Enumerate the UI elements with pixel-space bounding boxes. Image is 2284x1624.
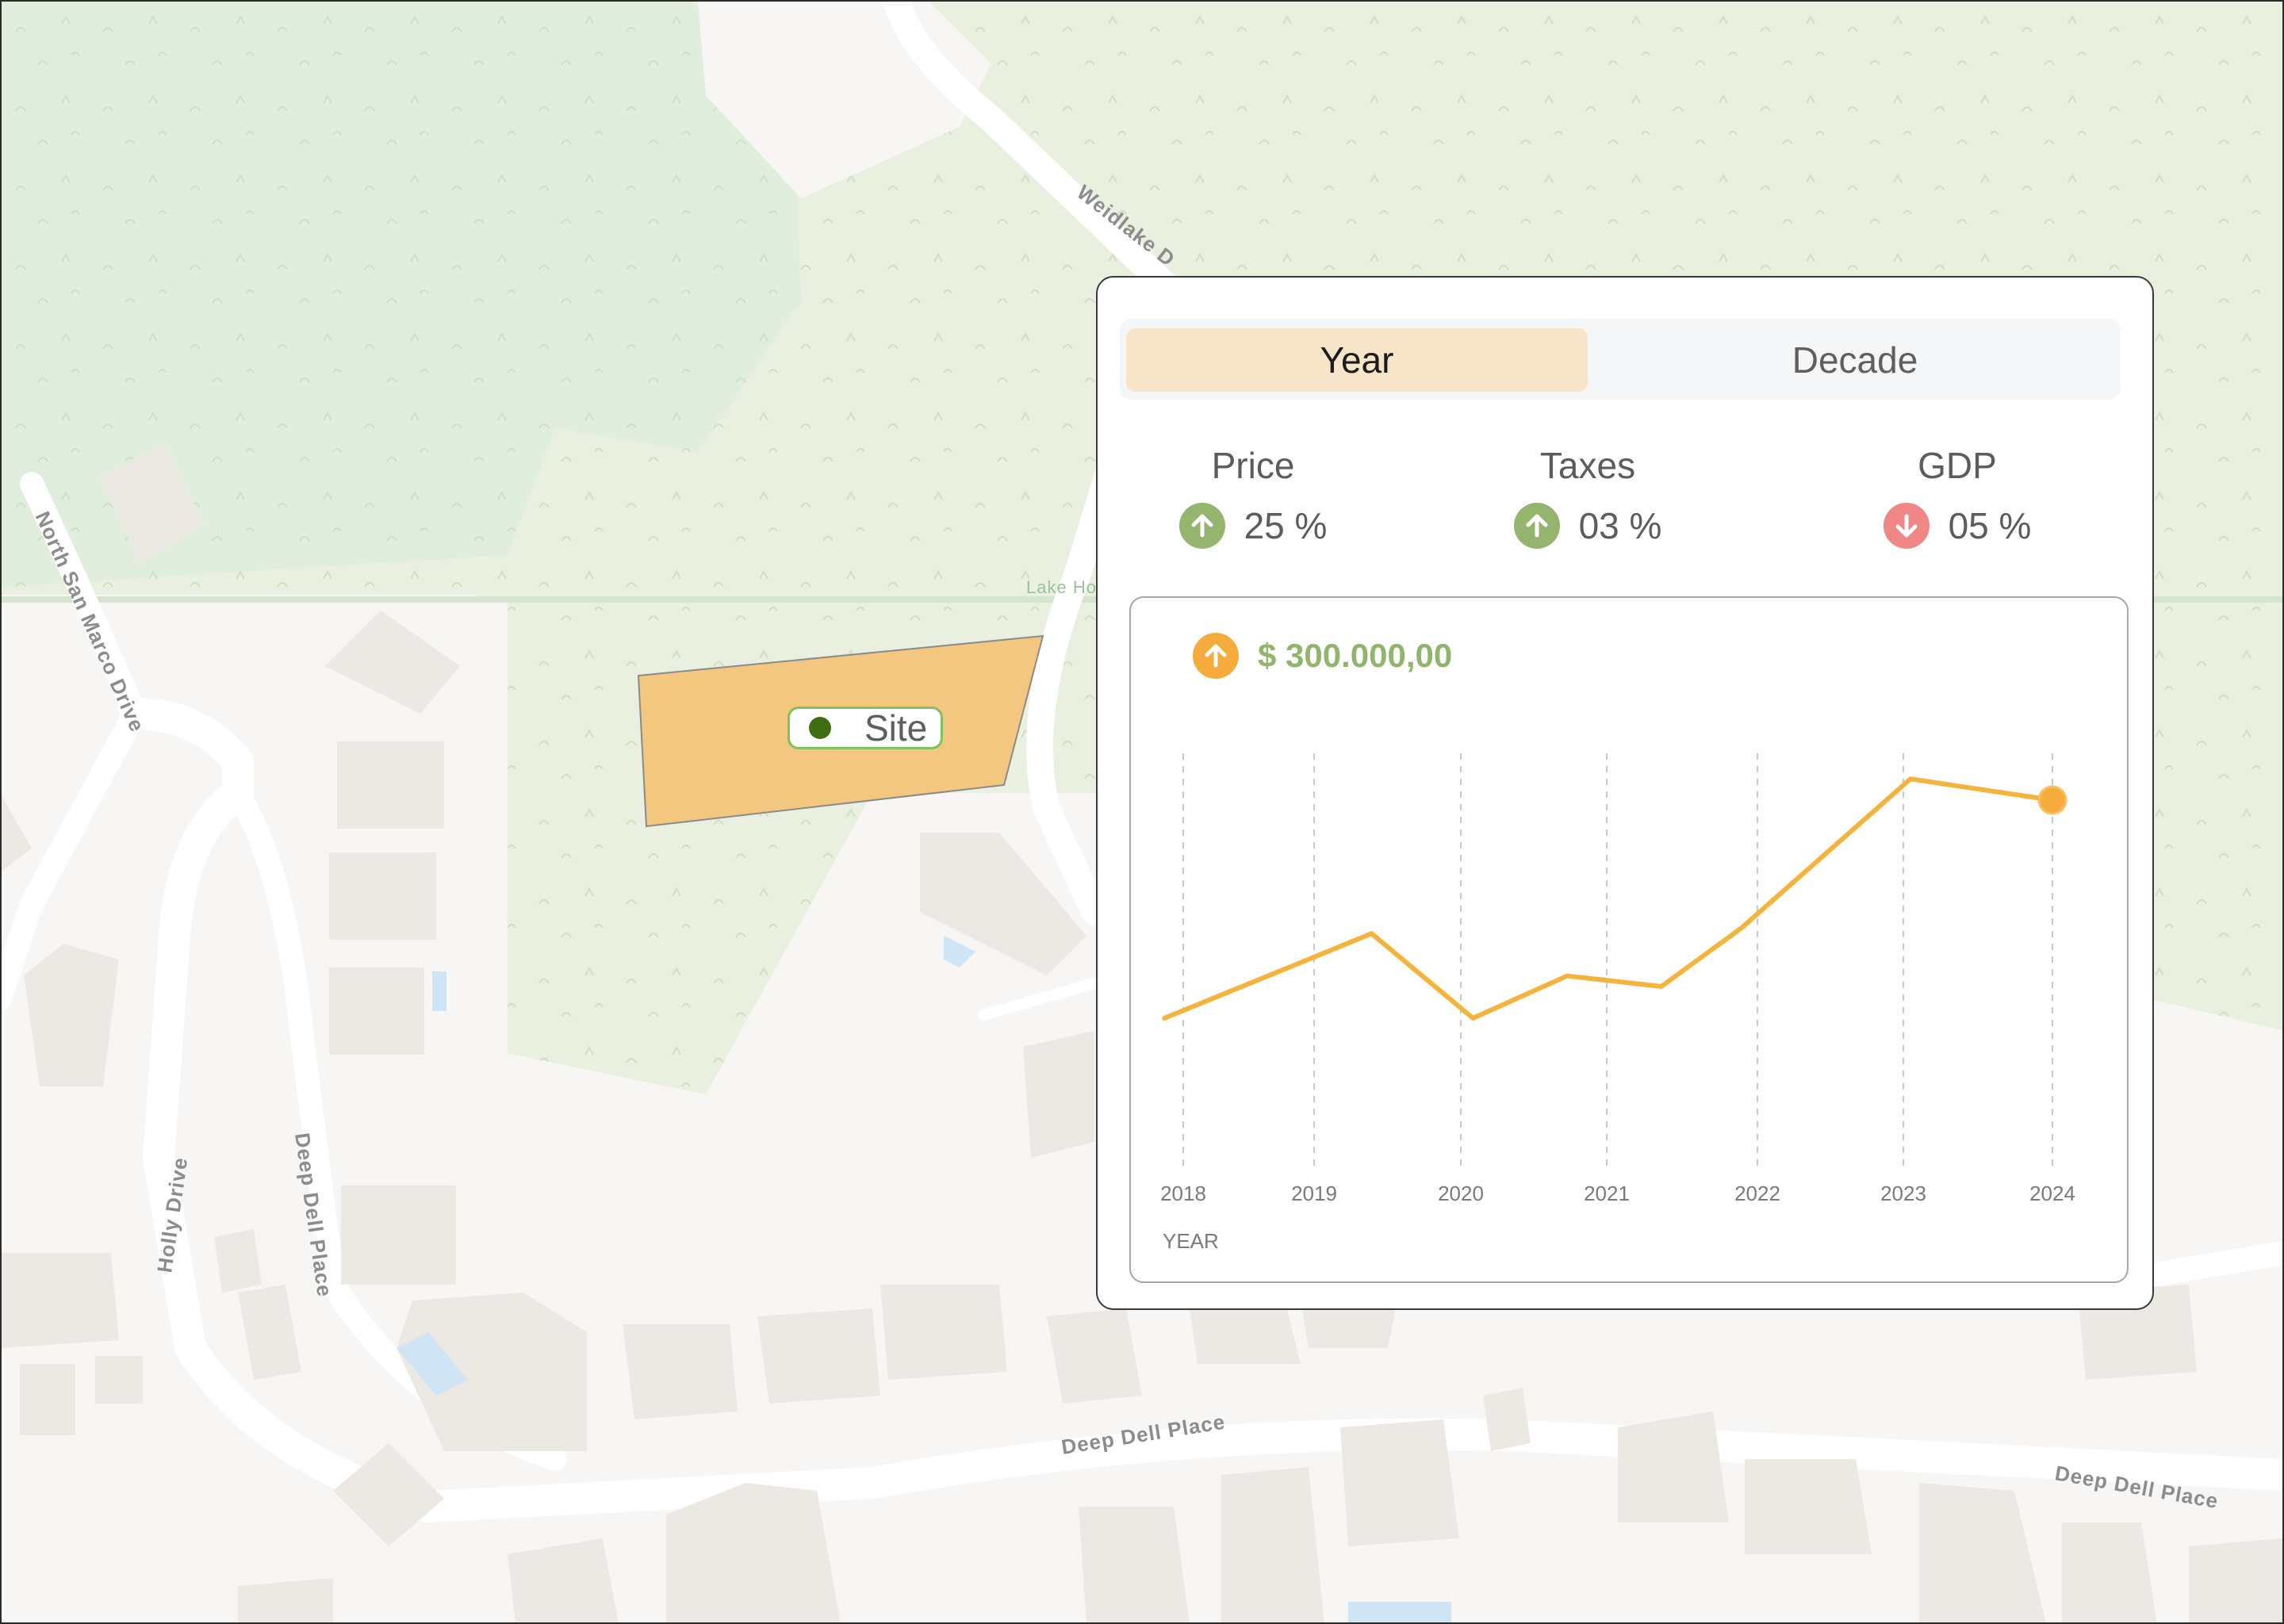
stat-taxes-value: 03 % [1578,505,1662,546]
price-series-line [1162,776,2055,1021]
stat-price-label: Price [1211,445,1295,486]
site-label: Site [864,707,928,749]
x-axis-label: YEAR [1163,1229,1219,1253]
site-dot-icon [809,717,831,739]
stat-price-value: 25 % [1244,505,1328,546]
tab-decade[interactable]: Decade [1596,328,2114,392]
x-tick-label-2018: 2018 [1160,1182,1206,1205]
x-tick-label-2024: 2024 [2029,1182,2075,1205]
highlight-point [2037,785,2067,815]
stat-taxes-label: Taxes [1539,445,1636,486]
stat-gdp: GDP 05 % [1854,444,2060,549]
tab-year[interactable]: Year [1126,328,1588,392]
price-line-chart[interactable]: 2018 2019 2020 2021 2022 2023 2024 YEAR [1131,598,2127,1281]
x-tick-label-2022: 2022 [1734,1182,1780,1205]
stat-gdp-value: 05 % [1948,505,2032,546]
x-tick-label-2020: 2020 [1438,1182,1484,1205]
price-chart-card: $ 300.000,00 2018 2019 2020 2021 2022 2023 202… [1129,596,2129,1283]
arrow-up-icon [1178,503,1225,549]
x-tick-label-2021: 2021 [1584,1182,1630,1205]
stat-taxes: Taxes 03 % [1485,444,1691,549]
arrow-up-icon [1513,503,1560,549]
stats-panel: Year Decade Price 25 % Taxes 03 % GDP 05… [1096,276,2154,1310]
period-toggle: Year Decade [1120,319,2121,400]
x-tick-label-2023: 2023 [1880,1182,1926,1205]
site-marker[interactable]: Site [788,707,943,749]
stat-price: Price 25 % [1150,444,1356,549]
x-tick-label-2019: 2019 [1291,1182,1337,1205]
stat-gdp-label: GDP [1918,445,1997,486]
arrow-down-icon [1883,503,1930,549]
road-label-lake-ho: Lake Ho [1026,577,1097,597]
